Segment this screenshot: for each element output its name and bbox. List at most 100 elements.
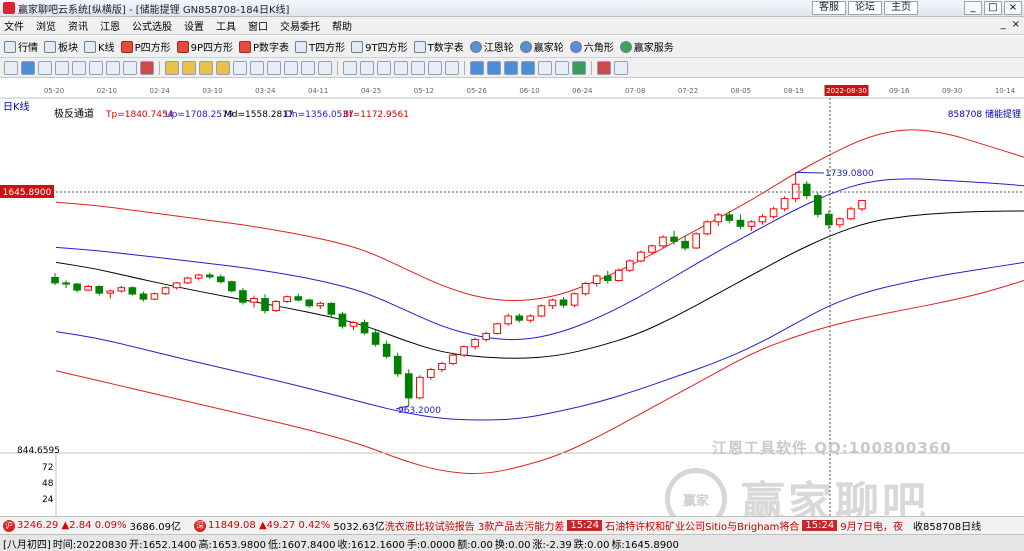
- candle-body: [250, 298, 258, 303]
- open-icon[interactable]: [487, 60, 501, 75]
- menu-bar: 文件 浏览 资讯 江恩 公式选股 设置 工具 窗口 交易委托 帮助 _ ×: [0, 17, 1024, 35]
- diamond-down-icon[interactable]: [267, 60, 281, 75]
- prev-bar-icon[interactable]: [182, 60, 196, 75]
- first-bar-icon[interactable]: [165, 60, 179, 75]
- news-time-2: 15:24: [802, 520, 838, 531]
- candle-body: [482, 332, 490, 340]
- candle-body: [84, 286, 92, 291]
- sz-change: ▲49.27: [258, 520, 296, 531]
- date-tick-label: 07-08: [625, 87, 645, 95]
- maximize-button[interactable]: □: [984, 1, 1002, 15]
- sector-icon: [44, 40, 56, 53]
- candle-body: [836, 218, 844, 226]
- toolbar-winner-wheel-button[interactable]: 赢家轮: [519, 39, 564, 54]
- toolbar-winner-service-button[interactable]: 赢家服务: [619, 39, 674, 54]
- candle-body: [338, 313, 347, 327]
- toolbar-p-square-button[interactable]: P四方形: [120, 39, 171, 54]
- child-close-button[interactable]: ×: [1012, 19, 1020, 30]
- layout-icon[interactable]: [4, 60, 18, 75]
- zoom-icon[interactable]: [21, 60, 35, 75]
- candle-body: [205, 274, 214, 278]
- service-link[interactable]: 客服: [812, 1, 846, 15]
- child-minimize-button[interactable]: _: [1001, 19, 1006, 30]
- menu-settings[interactable]: 设置: [184, 18, 204, 33]
- menu-file[interactable]: 文件: [4, 18, 24, 33]
- toolbar-t-square-button[interactable]: T四方形: [295, 39, 345, 54]
- high-marker-line: [795, 171, 825, 174]
- candle-body: [393, 355, 402, 375]
- bar-icon[interactable]: [55, 60, 69, 75]
- text-icon[interactable]: [445, 60, 459, 75]
- band-md: [55, 210, 1024, 359]
- grid-icon[interactable]: [538, 60, 552, 75]
- home-link[interactable]: 主页: [884, 1, 918, 15]
- menu-info[interactable]: 资讯: [68, 18, 88, 33]
- color-wheel-icon[interactable]: [597, 60, 611, 75]
- toolbar-t-number-table-button[interactable]: T数字表: [413, 39, 464, 54]
- export-icon[interactable]: [521, 60, 535, 75]
- candle-body: [570, 293, 579, 306]
- fan-icon[interactable]: [411, 60, 425, 75]
- diamond-center-icon[interactable]: [318, 60, 332, 75]
- news-item-2[interactable]: 石油特许权和矿业公司Sitio与Brigham将合: [605, 518, 799, 533]
- weight-icon[interactable]: [123, 60, 137, 75]
- menu-formula[interactable]: 公式选股: [132, 18, 172, 33]
- last-bar-icon[interactable]: [216, 60, 230, 75]
- period-icon[interactable]: [72, 60, 86, 75]
- compare-icon[interactable]: [106, 60, 120, 75]
- toolbar-gann-wheel-button[interactable]: 江恩轮: [469, 39, 514, 54]
- menu-browse[interactable]: 浏览: [36, 18, 56, 33]
- news-item-1[interactable]: 洗衣液比较试验报告 3款产品去污能力差: [385, 518, 565, 533]
- toolbar-quote-button[interactable]: 行情: [4, 39, 38, 54]
- diamond-right-icon[interactable]: [301, 60, 315, 75]
- diamond-icon[interactable]: [233, 60, 247, 75]
- save-icon[interactable]: [470, 60, 484, 75]
- cross-icon[interactable]: [377, 60, 391, 75]
- toolbar-sector-button[interactable]: 板块: [44, 39, 78, 54]
- date-tick-label: 10-14: [995, 87, 1016, 95]
- candle-body: [316, 302, 325, 307]
- news-item-3[interactable]: 9月7日电，夜: [840, 518, 903, 533]
- candle-icon[interactable]: [38, 60, 52, 75]
- toolbar-divider: [337, 60, 338, 75]
- arc-icon[interactable]: [428, 60, 442, 75]
- date-tick-label: 09-30: [942, 87, 962, 95]
- toolbar-hexagon-button[interactable]: 六角形: [569, 39, 614, 54]
- cursor-icon[interactable]: [343, 60, 357, 75]
- date-tick-label: 09-16: [889, 87, 910, 95]
- minimize-button[interactable]: _: [964, 1, 982, 15]
- channel-icon[interactable]: [394, 60, 408, 75]
- next-bar-icon[interactable]: [199, 60, 213, 75]
- forum-link[interactable]: 论坛: [848, 1, 882, 15]
- candle-body: [51, 276, 59, 284]
- candle-body: [106, 290, 115, 294]
- toolbar-9t-square-button[interactable]: 9T四方形: [351, 39, 408, 54]
- chart-panel[interactable]: 05-20 02-10 02-24 03-10 03-24 04-11 04-25 05-12…: [0, 79, 1024, 530]
- menu-help[interactable]: 帮助: [332, 18, 352, 33]
- menu-trade[interactable]: 交易委托: [280, 18, 320, 33]
- indicator-icon[interactable]: [89, 60, 103, 75]
- title-links: 客服 论坛 主页: [812, 1, 918, 15]
- candle-body: [504, 315, 513, 325]
- print-icon[interactable]: [504, 60, 518, 75]
- table-icon[interactable]: [555, 60, 569, 75]
- calc-icon[interactable]: [572, 60, 586, 75]
- menu-window[interactable]: 窗口: [248, 18, 268, 33]
- period-label: 日K线: [3, 100, 30, 113]
- diamond-up-icon[interactable]: [250, 60, 264, 75]
- date-tick-label: 02-10: [97, 87, 117, 95]
- status-amount: 额:0.00: [457, 539, 493, 551]
- mark-icon[interactable]: [140, 60, 154, 75]
- toolbar-p-number-table-button[interactable]: P数字表: [239, 39, 289, 54]
- toolbar-9p-square-button[interactable]: 9P四方形: [176, 39, 233, 54]
- status-low: 低:1607.8400: [268, 539, 336, 551]
- diamond-left-icon[interactable]: [284, 60, 298, 75]
- menu-gann[interactable]: 江恩: [100, 18, 120, 33]
- menu-tools[interactable]: 工具: [216, 18, 236, 33]
- toolbar-kline-button[interactable]: K线: [84, 39, 115, 54]
- line-icon[interactable]: [360, 60, 374, 75]
- infinity-icon[interactable]: [614, 60, 628, 75]
- winner-service-icon: [619, 40, 632, 53]
- candle-body: [758, 216, 767, 223]
- close-button[interactable]: ×: [1004, 1, 1022, 15]
